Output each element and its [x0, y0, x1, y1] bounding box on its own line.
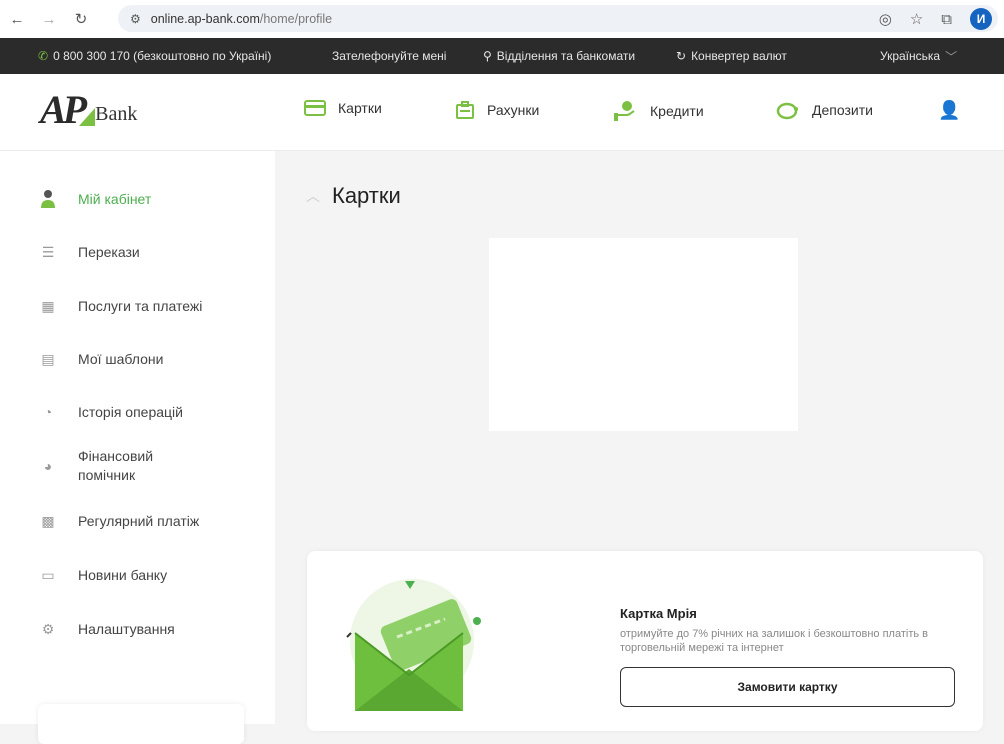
nav-accounts-label: Рахунки	[487, 102, 540, 118]
history-icon: ◔	[43, 404, 53, 420]
call-me-text: Зателефонуйте мені	[332, 49, 447, 63]
phone-icon: ✆	[38, 49, 49, 63]
sidebar-item-financial-assistant[interactable]: ◕ Фінансовий помічник	[36, 447, 153, 485]
card-image-placeholder	[489, 238, 798, 431]
nav-credits-label: Кредити	[650, 103, 704, 119]
order-card-button[interactable]: Замовити картку	[620, 667, 955, 707]
promo-title: Картка Мрія	[620, 606, 697, 621]
credit-hand-icon	[614, 101, 635, 121]
url-host: online.ap-bank.com	[150, 11, 260, 26]
templates-icon: ▤	[41, 350, 55, 367]
briefcase-icon	[456, 101, 474, 119]
reload-icon[interactable]: ↻	[70, 8, 92, 30]
sidebar-item-services-payments[interactable]: ▦ Послуги та платежі	[36, 294, 202, 318]
sidebar-item-label: Перекази	[78, 244, 140, 260]
sidebar-item-label: Історія операцій	[78, 404, 183, 420]
refresh-icon: ↻	[676, 49, 687, 63]
top-info-bar: ✆ 0 800 300 170 (безкоштовно по Україні)…	[0, 38, 1004, 74]
language-selector[interactable]: Українська ﹀	[880, 48, 957, 65]
sidebar-item-label: Мої шаблони	[78, 351, 164, 367]
profile-avatar[interactable]: И	[970, 8, 992, 30]
nav-accounts[interactable]: Рахунки	[455, 100, 539, 120]
star-icon[interactable]: ☆	[910, 10, 923, 28]
news-icon: ▭	[41, 566, 55, 583]
card-icon	[304, 100, 326, 116]
location-pin-icon: ⚲	[483, 49, 492, 63]
transfer-icon: ☰	[41, 243, 55, 260]
sidebar-item-label: Мій кабінет	[78, 191, 152, 207]
forward-icon[interactable]: →	[38, 8, 60, 30]
sidebar-item-transfers[interactable]: ☰ Перекази	[36, 240, 140, 264]
sidebar-item-label: Послуги та платежі	[78, 298, 203, 314]
browser-toolbar: ← → ↻ ⚙ online.ap-bank.com/home/profile …	[0, 0, 1004, 39]
sidebar-item-label-line2: помічник	[78, 467, 136, 483]
extensions-icon[interactable]: ⧉	[941, 11, 952, 28]
converter-link[interactable]: ↻ Конвертер валют	[676, 49, 787, 63]
url-text: online.ap-bank.com/home/profile	[151, 12, 332, 26]
sidebar-bottom-card	[38, 704, 244, 744]
converter-text: Конвертер валют	[691, 49, 787, 63]
eye-off-icon[interactable]: ◎	[879, 10, 892, 28]
chevron-up-icon[interactable]: ︿	[306, 186, 320, 206]
back-icon[interactable]: ←	[6, 8, 28, 30]
bank-logo[interactable]: AP Bank	[40, 90, 137, 130]
sidebar-item-label: Новини банку	[78, 567, 168, 583]
piggy-bank-icon	[776, 102, 798, 120]
user-icon	[36, 187, 60, 211]
hotline-text: 0 800 300 170 (безкоштовно по Україні)	[53, 49, 272, 63]
page-title-text: Картки	[332, 183, 401, 208]
hotline-link[interactable]: ✆ 0 800 300 170 (безкоштовно по Україні)	[38, 49, 271, 63]
gear-icon: ⚙	[41, 620, 55, 637]
pie-chart-icon: ◕	[43, 458, 53, 474]
nav-cards[interactable]: Картки	[304, 100, 382, 116]
sidebar-item-label: Фінансовий	[78, 448, 154, 464]
promo-card: Картка Мрія отримуйте до 7% річних на за…	[307, 551, 983, 731]
sidebar-item-regular-payment[interactable]: ▩ Регулярний платіж	[36, 509, 199, 533]
sidebar-item-label: Налаштування	[78, 621, 175, 637]
building-icon: ▦	[41, 297, 55, 314]
logo-ap: AP	[40, 87, 87, 132]
url-path: /home/profile	[259, 11, 333, 26]
branches-text: Відділення та банкомати	[496, 49, 636, 63]
main-header: AP Bank Картки Рахунки Кредити Депозити …	[0, 74, 1004, 151]
promo-description: отримуйте до 7% річних на залишок і безк…	[620, 628, 928, 654]
branches-link[interactable]: ⚲ Відділення та банкомати	[483, 49, 635, 63]
site-settings-icon[interactable]: ⚙	[130, 12, 141, 26]
sidebar-item-my-cabinet[interactable]: Мій кабінет	[36, 187, 151, 211]
call-me-link[interactable]: Зателефонуйте мені	[332, 49, 446, 63]
calendar-icon: ▩	[41, 512, 55, 529]
sidebar: Мій кабінет ☰ Перекази ▦ Послуги та плат…	[0, 151, 275, 744]
logo-triangle	[79, 108, 96, 126]
envelope-card-illustration	[346, 579, 481, 711]
logo-bank-text: Bank	[95, 103, 138, 125]
sidebar-item-history[interactable]: ◔ Історія операцій	[36, 400, 183, 424]
sidebar-item-bank-news[interactable]: ▭ Новини банку	[36, 563, 167, 587]
login-user-icon[interactable]: 👤	[938, 100, 960, 121]
language-text: Українська	[880, 49, 941, 63]
sidebar-item-label: Регулярний платіж	[78, 513, 200, 529]
nav-deposits-label: Депозити	[812, 102, 873, 118]
nav-cards-label: Картки	[338, 100, 382, 116]
chevron-down-icon: ﹀	[945, 49, 958, 64]
sidebar-item-settings[interactable]: ⚙ Налаштування	[36, 617, 175, 641]
sidebar-item-templates[interactable]: ▤ Мої шаблони	[36, 347, 163, 371]
nav-deposits[interactable]: Депозити	[776, 100, 873, 120]
page-title: ︿ Картки	[306, 183, 401, 209]
nav-credits[interactable]: Кредити	[612, 100, 704, 122]
address-bar[interactable]: ⚙ online.ap-bank.com/home/profile	[118, 5, 998, 32]
